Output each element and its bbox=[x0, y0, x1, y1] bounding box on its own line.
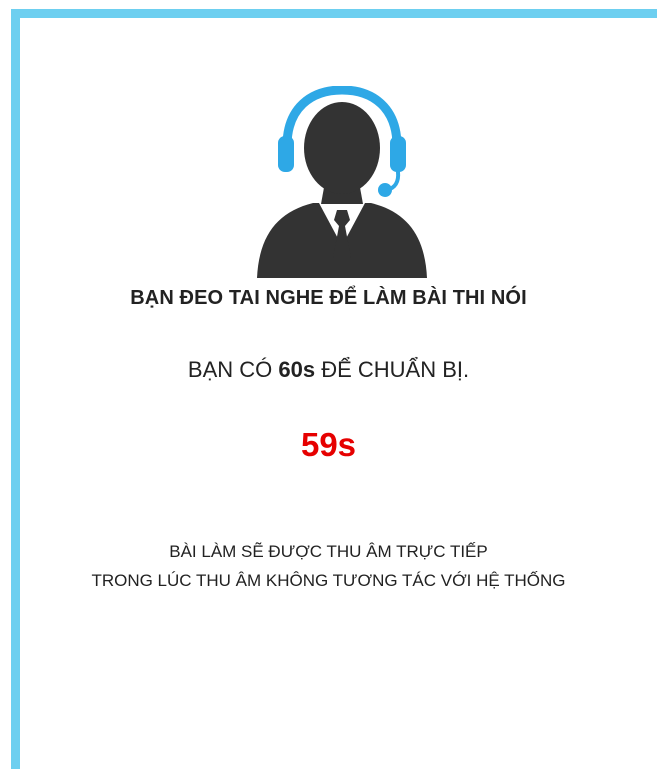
preparation-time-text: BẠN CÓ 60s ĐỂ CHUẨN BỊ. bbox=[0, 357, 657, 383]
countdown-timer: 59s bbox=[300, 426, 357, 463]
note-line-1: BÀI LÀM SẼ ĐƯỢC THU ÂM TRỰC TIẾP bbox=[169, 542, 488, 561]
recording-notes: BÀI LÀM SẼ ĐƯỢC THU ÂM TRỰC TIẾP TRONG L… bbox=[0, 537, 657, 595]
note-line-2: TRONG LÚC THU ÂM KHÔNG TƯƠNG TÁC VỚI HỆ … bbox=[91, 571, 566, 590]
prep-text-after: ĐỂ CHUẨN BỊ. bbox=[315, 357, 470, 382]
prep-seconds: 60s bbox=[278, 357, 316, 382]
headset-agent-icon bbox=[249, 85, 435, 282]
page-title: BẠN ĐEO TAI NGHE ĐỂ LÀM BÀI THI NÓI bbox=[130, 287, 527, 309]
prep-text-before: BẠN CÓ bbox=[187, 357, 279, 382]
